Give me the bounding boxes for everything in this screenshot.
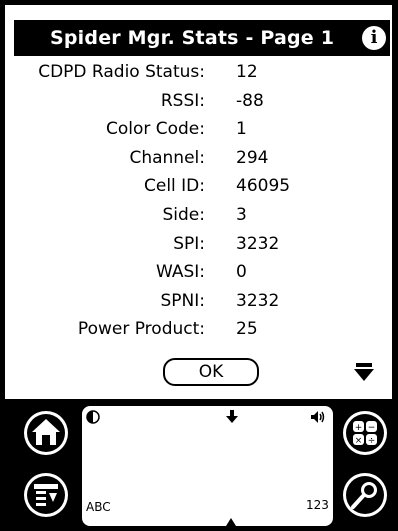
- stat-label: Cell ID:: [143, 176, 205, 197]
- stat-row: Channel: 294: [0, 148, 380, 176]
- stat-label: Power Product:: [77, 319, 205, 340]
- stat-row: Color Code: 1: [0, 119, 380, 147]
- stat-label: CDPD Radio Status:: [38, 62, 205, 82]
- graffiti-area[interactable]: [80, 404, 335, 528]
- stat-value: 3232: [236, 290, 280, 311]
- stat-label: Side:: [162, 205, 206, 225]
- stat-value: 1: [236, 119, 247, 140]
- find-icon[interactable]: [342, 472, 388, 518]
- stat-value: 3: [236, 205, 247, 225]
- home-icon[interactable]: [23, 410, 69, 456]
- svg-text:÷: ÷: [368, 436, 376, 446]
- stat-value: 25: [236, 319, 258, 340]
- stat-value: 12: [236, 62, 258, 82]
- stat-row: WASI: 0: [0, 262, 380, 290]
- info-icon[interactable]: i: [362, 26, 386, 50]
- stat-label: SPNI:: [160, 290, 205, 311]
- stat-label: SPI:: [173, 233, 205, 254]
- calculator-icon[interactable]: + − × ÷: [342, 410, 388, 456]
- stat-row: Power Product: 25: [0, 319, 380, 347]
- stat-label: RSSI:: [160, 90, 205, 111]
- scroll-down-icon[interactable]: [353, 361, 375, 383]
- abc-label: ABC: [86, 500, 111, 514]
- stat-row: SPI: 3232: [0, 234, 380, 262]
- stat-label: WASI:: [155, 262, 205, 283]
- stat-row: CDPD Radio Status: 12: [0, 62, 380, 90]
- stat-row: SPNI: 3232: [0, 291, 380, 319]
- volume-icon[interactable]: [310, 410, 326, 424]
- stat-label: Color Code:: [105, 119, 205, 140]
- svg-text:−: −: [368, 423, 376, 433]
- svg-text:+: +: [355, 423, 363, 433]
- stat-label: Channel:: [129, 147, 205, 168]
- page-title: Spider Mgr. Stats - Page 1: [50, 27, 335, 49]
- stat-row: Cell ID: 46095: [0, 176, 380, 204]
- device-frame: { "title": "Spider Mgr. Stats - Page 1",…: [0, 0, 398, 531]
- contrast-icon[interactable]: [86, 410, 100, 424]
- down-arrow-icon: [226, 410, 238, 423]
- title-bar: Spider Mgr. Stats - Page 1 i: [14, 20, 390, 56]
- menu-icon[interactable]: [23, 472, 69, 518]
- ok-button[interactable]: OK: [163, 358, 259, 386]
- stat-value: -88: [236, 90, 264, 111]
- stat-row: RSSI: -88: [0, 91, 380, 119]
- stat-value: 46095: [236, 176, 291, 197]
- stat-value: 0: [236, 262, 247, 283]
- stat-row: Side: 3: [0, 205, 380, 233]
- svg-text:×: ×: [355, 436, 363, 446]
- divider-marker-icon: [226, 518, 236, 526]
- stat-value: 3232: [236, 233, 280, 254]
- stat-value: 294: [236, 147, 269, 168]
- number-label: 123: [306, 498, 329, 512]
